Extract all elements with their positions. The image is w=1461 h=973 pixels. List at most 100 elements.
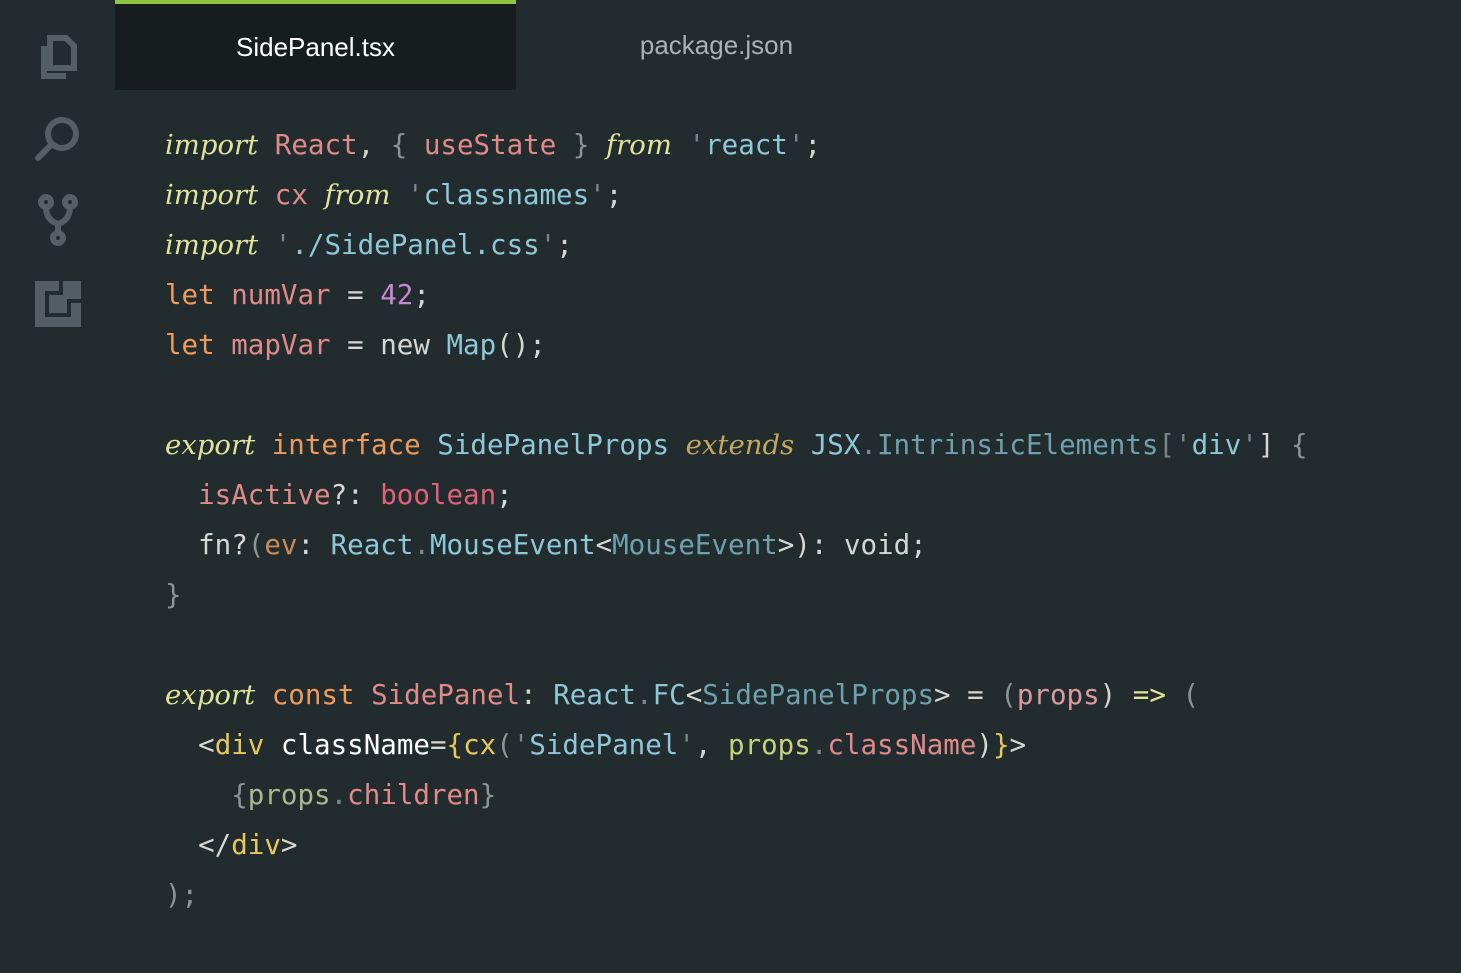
code-token: FC [652, 679, 686, 711]
code-token: ' [407, 179, 424, 211]
code-token: let [165, 329, 215, 361]
code-token: , [694, 729, 729, 761]
code-token: } [992, 729, 1010, 761]
code-token: from [605, 129, 672, 161]
code-token: ; [910, 529, 927, 561]
tab-package-json[interactable]: package.json [516, 0, 917, 90]
code-token: new [380, 329, 430, 361]
code-token: void [843, 529, 911, 561]
code-token: interface [271, 429, 421, 461]
code-token: SidePanel [529, 729, 679, 761]
activity-bar [0, 0, 115, 973]
files-icon[interactable] [33, 32, 83, 82]
code-token: React [330, 529, 414, 561]
code-line: isActive?: boolean; [165, 470, 1461, 520]
code-token: </ [198, 829, 232, 861]
tab-label: SidePanel.tsx [236, 31, 395, 62]
code-token: (); [496, 329, 546, 361]
code-token: let [165, 279, 215, 311]
code-token: import [165, 229, 259, 261]
code-token: classnames [423, 179, 590, 211]
code-token: < [685, 679, 703, 711]
code-token: div [214, 729, 265, 761]
code-token: ' [589, 179, 606, 211]
code-token: ; [804, 129, 821, 161]
code-token: cx [274, 179, 308, 211]
code-token: { [446, 729, 464, 761]
code-token: ( [496, 729, 513, 761]
code-editor[interactable]: import React, { useState } from 'react';… [165, 120, 1461, 920]
code-token: ] [1257, 429, 1275, 461]
code-token: >): [777, 529, 844, 561]
code-token: className [280, 729, 430, 761]
code-token: ; [496, 479, 513, 511]
code-line: import React, { useState } from 'react'; [165, 120, 1461, 170]
code-token: ' [787, 129, 805, 161]
code-token: ' [688, 129, 706, 161]
code-token: ( [247, 529, 265, 561]
code-token: } [479, 779, 497, 811]
code-token: ? [231, 529, 248, 561]
code-token: { [1290, 429, 1308, 461]
code-token: [ [1158, 429, 1176, 461]
code-line: import cx from 'classnames'; [165, 170, 1461, 220]
code-token: ( [1000, 679, 1017, 711]
tab-label: package.json [639, 29, 794, 60]
code-token: : [520, 679, 554, 711]
code-token: = [429, 729, 447, 761]
code-token: export [165, 679, 256, 711]
tab-sidepanel-tsx[interactable]: SidePanel.tsx [115, 0, 516, 90]
extensions-icon[interactable] [33, 279, 83, 329]
code-token: MouseEvent [429, 529, 596, 561]
code-token: ) [1099, 679, 1117, 711]
code-token: react [705, 129, 788, 161]
code-token: { [231, 779, 248, 811]
code-token: ; [413, 279, 430, 311]
code-token: > [1009, 729, 1027, 761]
code-token: props [247, 779, 331, 811]
code-token: ' [274, 229, 292, 261]
code-token: MouseEvent [612, 529, 778, 561]
code-token: . [330, 779, 348, 811]
code-token: Map [446, 329, 497, 361]
code-token: mapVar [231, 329, 331, 361]
code-token: import [165, 129, 259, 161]
code-token: props [728, 729, 811, 761]
code-token: > [280, 829, 298, 861]
code-token: = [330, 279, 381, 311]
code-token: ( [1182, 679, 1200, 711]
code-line: </div> [165, 820, 1461, 870]
code-token: SidePanelProps [702, 679, 935, 711]
code-token: > = [934, 679, 1001, 711]
code-token: . [860, 429, 877, 461]
code-token: . [636, 679, 653, 711]
code-token: ' [539, 229, 557, 261]
code-token: ; [556, 229, 573, 261]
code-token: numVar [231, 279, 331, 311]
search-icon[interactable] [33, 114, 83, 164]
code-line: export const SidePanel: React.FC<SidePan… [165, 670, 1461, 720]
code-token: React [274, 129, 358, 161]
code-token: from [324, 179, 391, 211]
code-line: export interface SidePanelProps extends … [165, 420, 1461, 470]
code-token: fn [198, 529, 232, 561]
code-token: React [553, 679, 636, 711]
source-control-icon[interactable] [33, 194, 83, 246]
